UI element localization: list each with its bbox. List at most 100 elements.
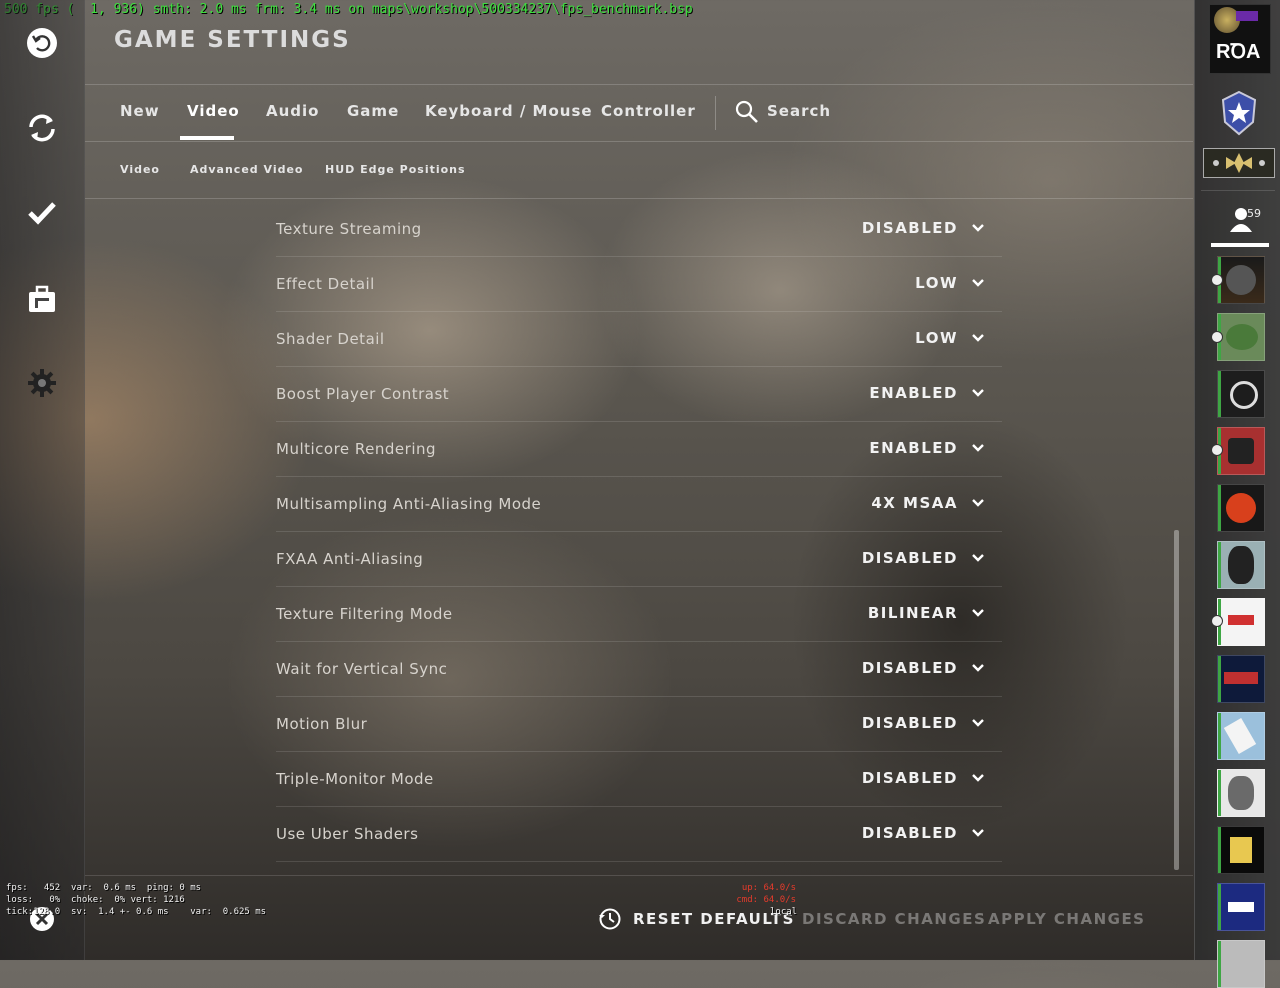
search-icon[interactable] xyxy=(735,100,759,124)
tab-audio[interactable]: Audio xyxy=(266,102,319,120)
divider xyxy=(85,198,1193,199)
friends-tab-indicator xyxy=(1211,243,1269,247)
in-game-badge-icon xyxy=(1211,274,1223,286)
setting-row[interactable]: Wait for Vertical Sync DISABLED xyxy=(276,642,1002,697)
rank-badge-icon[interactable] xyxy=(1219,90,1259,136)
friend-avatar[interactable] xyxy=(1217,541,1265,589)
subtab-video[interactable]: Video xyxy=(120,163,160,176)
settings-header: GAME SETTINGS New Video Audio Game Keybo… xyxy=(85,0,1193,200)
setting-dropdown-use-uber-shaders[interactable]: DISABLED xyxy=(862,824,958,842)
checkmark-icon[interactable] xyxy=(21,192,63,234)
friend-avatar[interactable] xyxy=(1217,769,1265,817)
friend-avatar[interactable] xyxy=(1217,370,1265,418)
active-tab-indicator xyxy=(180,136,234,140)
setting-label-effect-detail: Effect Detail xyxy=(276,275,375,293)
chevron-down-icon[interactable] xyxy=(971,717,985,729)
friend-avatar[interactable] xyxy=(1217,826,1265,874)
setting-label-use-uber-shaders: Use Uber Shaders xyxy=(276,825,419,843)
setting-dropdown-texture-filtering-mode[interactable]: BILINEAR xyxy=(868,604,958,622)
chevron-down-icon[interactable] xyxy=(971,827,985,839)
tab-controller[interactable]: Controller xyxy=(601,102,696,120)
settings-gear-icon[interactable] xyxy=(21,362,63,404)
apply-changes-button[interactable]: APPLY CHANGES xyxy=(988,910,1146,928)
setting-dropdown-wait-for-vertical-sync[interactable]: DISABLED xyxy=(862,659,958,677)
setting-row[interactable]: FXAA Anti-Aliasing DISABLED xyxy=(276,532,1002,587)
netgraph-rates: up: 64.0/s cmd: 64.0/s xyxy=(736,883,796,905)
tab-divider xyxy=(715,96,716,130)
setting-row[interactable]: Motion Blur DISABLED xyxy=(276,697,1002,752)
setting-label-triple-monitor-mode: Triple-Monitor Mode xyxy=(276,770,434,788)
setting-row[interactable]: Triple-Monitor Mode DISABLED xyxy=(276,752,1002,807)
discard-changes-button[interactable]: DISCARD CHANGES xyxy=(802,910,986,928)
setting-dropdown-boost-player-contrast[interactable]: ENABLED xyxy=(869,384,958,402)
reset-history-icon[interactable] xyxy=(598,907,622,931)
search-button[interactable]: Search xyxy=(767,102,831,120)
divider xyxy=(85,84,1193,85)
chevron-down-icon[interactable] xyxy=(971,497,985,509)
subtab-hud-edge-positions[interactable]: HUD Edge Positions xyxy=(325,163,466,176)
friend-avatar[interactable] xyxy=(1217,655,1265,703)
chevron-down-icon[interactable] xyxy=(971,772,985,784)
setting-dropdown-fxaa-anti-aliasing[interactable]: DISABLED xyxy=(862,549,958,567)
chevron-down-icon[interactable] xyxy=(971,332,985,344)
setting-dropdown-multisampling-anti-aliasing-mode[interactable]: 4X MSAA xyxy=(871,494,958,512)
friend-avatar[interactable] xyxy=(1217,883,1265,931)
divider xyxy=(85,875,1193,876)
chevron-down-icon[interactable] xyxy=(971,387,985,399)
friend-avatar[interactable] xyxy=(1217,712,1265,760)
right-sidebar: RꝹA 59 xyxy=(1194,0,1280,988)
setting-row[interactable]: Boost Player Contrast ENABLED xyxy=(276,367,1002,422)
scrollbar-thumb[interactable] xyxy=(1174,530,1179,870)
setting-dropdown-triple-monitor-mode[interactable]: DISABLED xyxy=(862,769,958,787)
chevron-down-icon[interactable] xyxy=(971,552,985,564)
setting-row[interactable]: Use Uber Shaders DISABLED xyxy=(276,807,1002,862)
setting-label-multicore-rendering: Multicore Rendering xyxy=(276,440,437,458)
inventory-icon[interactable] xyxy=(21,278,63,320)
player-avatar-logo: RꝹA xyxy=(1216,41,1261,63)
tab-keyboard-mouse[interactable]: Keyboard / Mouse xyxy=(425,102,593,120)
setting-row[interactable]: Multisampling Anti-Aliasing Mode 4X MSAA xyxy=(276,477,1002,532)
netgraph-stats: fps: 452 var: 0.6 ms ping: 0 ms loss: 0%… xyxy=(6,883,267,917)
friend-avatar[interactable] xyxy=(1217,940,1265,988)
playing-badge-icon xyxy=(1211,615,1223,627)
tab-new[interactable]: New xyxy=(120,102,160,120)
setting-row[interactable]: Texture Filtering Mode BILINEAR xyxy=(276,587,1002,642)
setting-dropdown-shader-detail[interactable]: LOW xyxy=(915,329,958,347)
friends-online-count: 59 xyxy=(1247,207,1261,220)
setting-row[interactable]: Multicore Rendering ENABLED xyxy=(276,422,1002,477)
back-icon[interactable] xyxy=(21,22,63,64)
friend-avatar[interactable] xyxy=(1217,598,1265,646)
skill-group-icon[interactable] xyxy=(1203,148,1275,178)
divider xyxy=(1201,190,1275,191)
setting-label-wait-for-vertical-sync: Wait for Vertical Sync xyxy=(276,660,448,678)
setting-dropdown-multicore-rendering[interactable]: ENABLED xyxy=(869,439,958,457)
setting-dropdown-effect-detail[interactable]: LOW xyxy=(915,274,958,292)
setting-label-motion-blur: Motion Blur xyxy=(276,715,368,733)
divider xyxy=(85,141,1193,142)
setting-label-texture-filtering-mode: Texture Filtering Mode xyxy=(276,605,453,623)
chevron-down-icon[interactable] xyxy=(971,222,985,234)
setting-row[interactable]: Texture Streaming DISABLED xyxy=(276,202,1002,257)
page-title: GAME SETTINGS xyxy=(114,27,351,53)
setting-row[interactable]: Effect Detail LOW xyxy=(276,257,1002,312)
setting-dropdown-motion-blur[interactable]: DISABLED xyxy=(862,714,958,732)
tab-game[interactable]: Game xyxy=(347,102,399,120)
chevron-down-icon[interactable] xyxy=(971,662,985,674)
friend-avatar[interactable] xyxy=(1217,484,1265,532)
setting-row[interactable]: Shader Detail LOW xyxy=(276,312,1002,367)
chevron-down-icon[interactable] xyxy=(971,442,985,454)
left-sidebar xyxy=(0,0,85,960)
friend-avatar[interactable] xyxy=(1217,256,1265,304)
setting-dropdown-texture-streaming[interactable]: DISABLED xyxy=(862,219,958,237)
subtab-advanced-video[interactable]: Advanced Video xyxy=(190,163,303,176)
chevron-down-icon[interactable] xyxy=(971,607,985,619)
chevron-down-icon[interactable] xyxy=(971,277,985,289)
setting-label-shader-detail: Shader Detail xyxy=(276,330,385,348)
setting-label-texture-streaming: Texture Streaming xyxy=(276,220,422,238)
setting-label-multisampling-anti-aliasing-mode: Multisampling Anti-Aliasing Mode xyxy=(276,495,542,513)
refresh-icon[interactable] xyxy=(21,107,63,149)
tab-video[interactable]: Video xyxy=(187,102,240,120)
friend-avatar[interactable] xyxy=(1217,427,1265,475)
player-avatar[interactable]: RꝹA xyxy=(1209,4,1271,74)
friend-avatar[interactable] xyxy=(1217,313,1265,361)
